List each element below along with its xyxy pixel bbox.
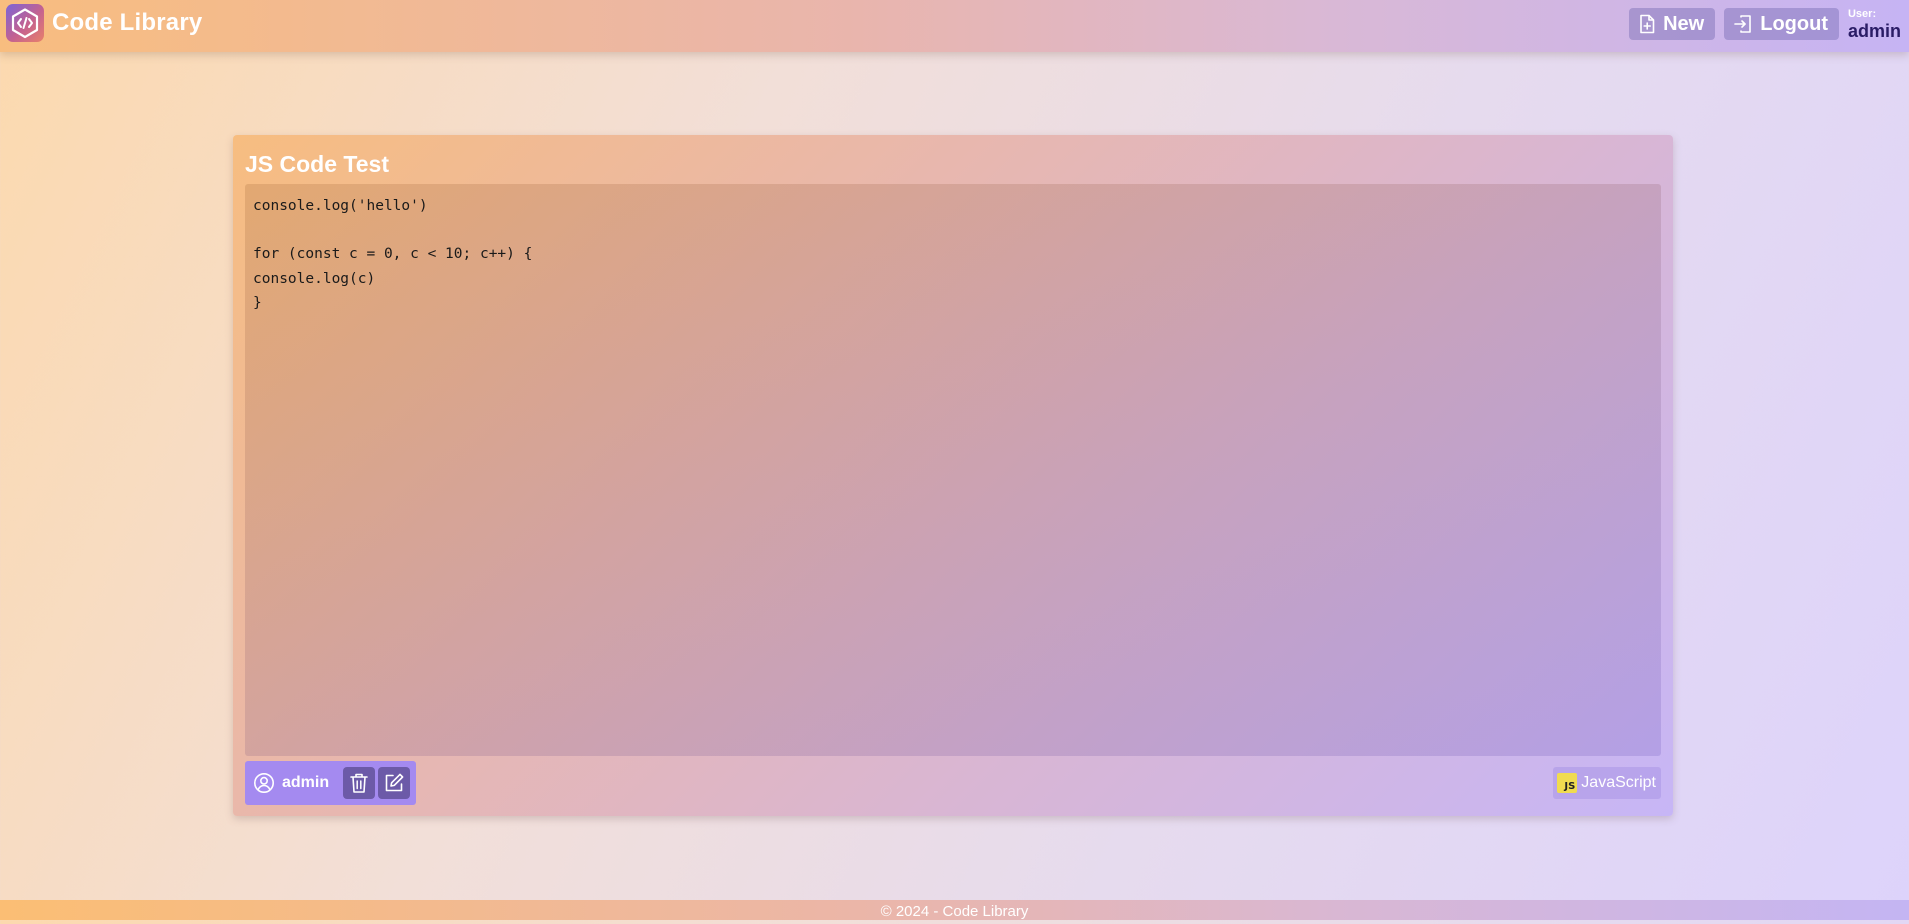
user-circle-icon bbox=[254, 773, 274, 793]
page-footer: © 2024 - Code Library bbox=[0, 900, 1909, 920]
user-caption: User: bbox=[1847, 8, 1877, 20]
new-button[interactable]: New bbox=[1629, 8, 1716, 40]
logout-button[interactable]: Logout bbox=[1724, 8, 1839, 40]
javascript-icon: JS bbox=[1557, 773, 1578, 793]
login-arrow-icon bbox=[1734, 15, 1752, 33]
author-name[interactable]: admin bbox=[282, 774, 329, 792]
delete-button[interactable] bbox=[343, 767, 376, 799]
top-navbar: Code Library New Logout User: admin bbox=[0, 0, 1909, 52]
snippet-card: JS Code Test console.log('hello') for (c… bbox=[233, 135, 1673, 816]
snippet-title: JS Code Test bbox=[245, 151, 389, 177]
brand[interactable]: Code Library bbox=[6, 4, 202, 42]
user-name: admin bbox=[1847, 21, 1901, 41]
footer-copyright: © 2024 - Code Library bbox=[880, 903, 1029, 920]
nav-actions: New Logout User: admin bbox=[1629, 8, 1909, 40]
edit-icon bbox=[385, 773, 404, 792]
file-plus-icon bbox=[1640, 14, 1655, 34]
new-button-label: New bbox=[1663, 12, 1705, 35]
app-title: Code Library bbox=[52, 9, 203, 36]
edit-button[interactable] bbox=[378, 767, 411, 799]
trash-icon bbox=[350, 773, 368, 793]
language-badge: JS JavaScript bbox=[1553, 767, 1661, 799]
logout-button-label: Logout bbox=[1760, 12, 1828, 35]
snippet-footer: admin JS JavaScript bbox=[245, 761, 1661, 805]
author-box: admin bbox=[245, 761, 416, 805]
code-block[interactable]: console.log('hello') for (const c = 0, c… bbox=[245, 184, 1661, 756]
current-user: User: admin bbox=[1847, 8, 1901, 41]
code-hexagon-icon bbox=[6, 4, 44, 42]
language-label: JavaScript bbox=[1581, 774, 1656, 791]
